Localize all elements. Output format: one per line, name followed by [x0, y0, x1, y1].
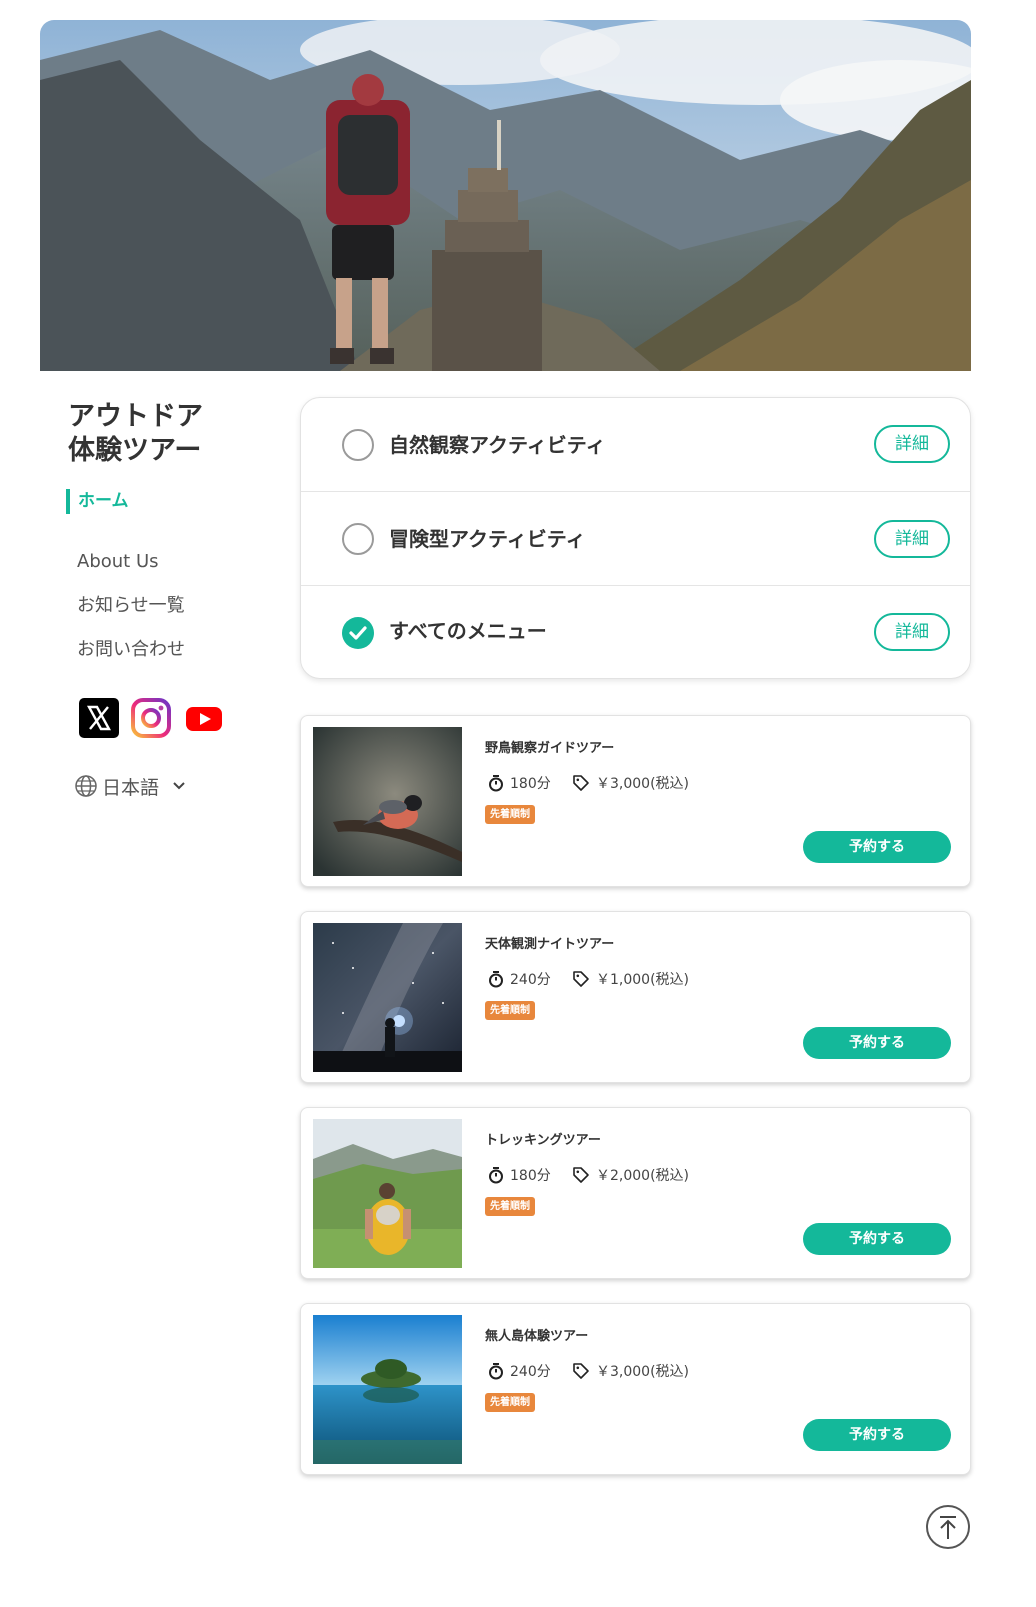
category-label: 冒険型アクティビティ	[389, 527, 586, 551]
nav-about-us[interactable]: About Us	[77, 550, 159, 574]
first-come-badge: 先着順制	[485, 1001, 535, 1020]
category-row-all[interactable]: すべてのメニュー 詳細	[301, 586, 970, 678]
duration-text: 240分	[510, 972, 551, 988]
check-icon	[349, 626, 367, 640]
page: アウトドア 体験ツアー ホーム About Us お知らせ一覧 お問い合わせ 日…	[0, 0, 1036, 1607]
first-come-badge: 先着順制	[485, 1197, 535, 1216]
stopwatch-icon	[489, 775, 503, 792]
site-title: アウトドア 体験ツアー	[68, 400, 268, 468]
hero-image	[40, 20, 971, 371]
price-text: ￥3,000(税込)	[596, 776, 690, 792]
stopwatch-icon	[489, 1363, 503, 1380]
tour-image	[313, 727, 462, 876]
duration-text: 240分	[510, 1364, 551, 1380]
tour-name: 天体観測ナイトツアー	[485, 937, 615, 952]
tour-image	[313, 923, 462, 1072]
detail-button[interactable]: 詳細	[874, 425, 950, 463]
first-come-badge: 先着順制	[485, 805, 535, 824]
price-text: ￥1,000(税込)	[596, 972, 690, 988]
tour-card: 野鳥観察ガイドツアー 180分 ￥3,000(税込) 先着順制 予約する	[300, 715, 971, 887]
tour-image	[313, 1315, 462, 1464]
category-filter-card: 自然観察アクティビティ 詳細 冒険型アクティビティ 詳細 すべてのメニュー 詳細	[300, 397, 971, 679]
reserve-button[interactable]: 予約する	[803, 1027, 951, 1059]
stopwatch-icon	[489, 1167, 503, 1184]
language-selector[interactable]: 日本語	[74, 772, 189, 800]
category-row-nature[interactable]: 自然観察アクティビティ 詳細	[301, 398, 970, 492]
tour-name: トレッキングツアー	[485, 1133, 601, 1148]
first-come-badge: 先着順制	[485, 1393, 535, 1412]
duration-text: 180分	[510, 1168, 551, 1184]
radio-button-checked[interactable]	[342, 617, 374, 649]
reserve-button[interactable]: 予約する	[803, 831, 951, 863]
price-text: ￥2,000(税込)	[596, 1168, 690, 1184]
chevron-down-icon	[173, 782, 185, 790]
price-tag-icon	[573, 1363, 589, 1379]
duration-text: 180分	[510, 776, 551, 792]
reserve-button[interactable]: 予約する	[803, 1419, 951, 1451]
tour-duration: 180分	[488, 772, 551, 794]
price-tag-icon	[573, 1167, 589, 1183]
stopwatch-icon	[489, 971, 503, 988]
arrow-up-icon	[940, 1516, 956, 1539]
reserve-button[interactable]: 予約する	[803, 1223, 951, 1255]
tour-price: ￥3,000(税込)	[572, 772, 689, 794]
nav-contact[interactable]: お問い合わせ	[77, 638, 185, 662]
price-text: ￥3,000(税込)	[596, 1364, 690, 1380]
instagram-icon[interactable]	[130, 697, 172, 739]
price-tag-icon	[573, 971, 589, 987]
price-tag-icon	[573, 775, 589, 791]
tour-name: 無人島体験ツアー	[485, 1329, 589, 1344]
radio-button[interactable]	[342, 429, 374, 461]
category-label: 自然観察アクティビティ	[389, 433, 606, 457]
youtube-icon[interactable]	[184, 697, 224, 739]
tour-duration: 240分	[488, 1360, 551, 1382]
tour-duration: 240分	[488, 968, 551, 990]
nav-home[interactable]: ホーム	[66, 489, 129, 514]
radio-button[interactable]	[342, 523, 374, 555]
language-label: 日本語	[102, 776, 160, 799]
tour-duration: 180分	[488, 1164, 551, 1186]
tour-card: 無人島体験ツアー 240分 ￥3,000(税込) 先着順制 予約する	[300, 1303, 971, 1475]
nav-news-list[interactable]: お知らせ一覧	[77, 594, 185, 618]
site-title-line2: 体験ツアー	[68, 435, 202, 466]
detail-button[interactable]: 詳細	[874, 613, 950, 651]
tour-image	[313, 1119, 462, 1268]
tour-price: ￥1,000(税込)	[572, 968, 689, 990]
category-row-adventure[interactable]: 冒険型アクティビティ 詳細	[301, 492, 970, 586]
tour-card: トレッキングツアー 180分 ￥2,000(税込) 先着順制 予約する	[300, 1107, 971, 1279]
globe-icon	[75, 775, 97, 797]
back-to-top-button[interactable]	[926, 1505, 970, 1549]
site-title-line1: アウトドア	[68, 401, 203, 432]
tour-name: 野鳥観察ガイドツアー	[485, 741, 615, 756]
detail-button[interactable]: 詳細	[874, 520, 950, 558]
tour-price: ￥3,000(税込)	[572, 1360, 689, 1382]
x-icon[interactable]	[78, 697, 120, 739]
tour-card: 天体観測ナイトツアー 240分 ￥1,000(税込) 先着順制 予約する	[300, 911, 971, 1083]
tour-price: ￥2,000(税込)	[572, 1164, 689, 1186]
category-label: すべてのメニュー	[389, 619, 547, 643]
